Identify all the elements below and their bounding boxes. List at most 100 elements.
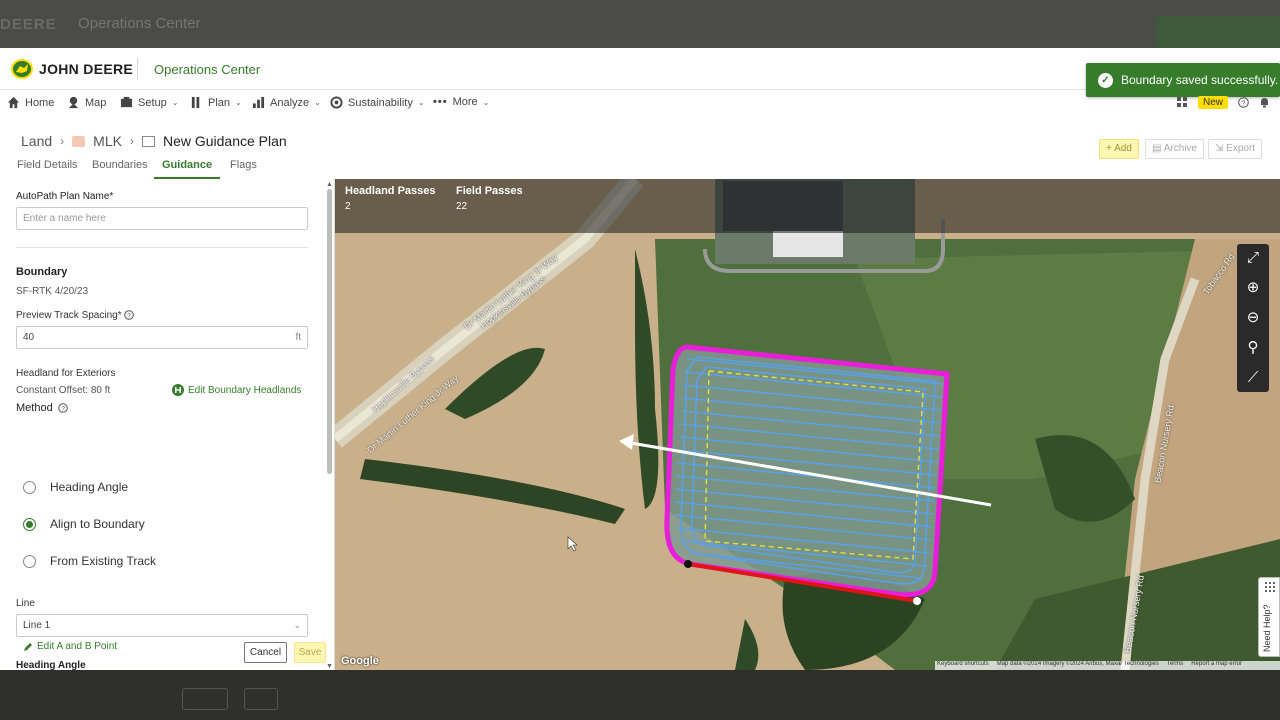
nav-label-more: More (452, 96, 478, 108)
export-button[interactable]: ⇲ Export (1208, 139, 1263, 159)
line-select-value: Line 1 (23, 620, 51, 631)
plan-name-label: AutoPath Plan Name* (16, 191, 114, 202)
chevron-right-icon: › (129, 134, 134, 148)
terms-link[interactable]: Terms (1167, 661, 1183, 670)
plan-name-input[interactable]: Enter a name here (16, 207, 308, 230)
keyboard-shortcuts-link[interactable]: Keyboard shortcuts (937, 661, 989, 670)
new-badge[interactable]: New (1197, 96, 1228, 109)
cancel-button[interactable]: Cancel (244, 642, 287, 663)
method-label: Method (16, 402, 53, 414)
headland-edit-icon (172, 384, 184, 396)
spacing-label: Preview Track Spacing* (16, 310, 122, 321)
scroll-down-arrow-icon[interactable]: ▼ (326, 663, 333, 670)
track-spacing-input[interactable]: 40 ft (16, 326, 308, 349)
john-deere-logo-icon[interactable] (11, 59, 33, 79)
breadcrumb-land[interactable]: Land (21, 133, 52, 149)
dial-pad-icon (1265, 582, 1275, 592)
archive-label: Archive (1163, 143, 1198, 154)
svg-text:?: ? (61, 406, 65, 413)
headland-passes-label: Headland Passes (345, 185, 436, 197)
line-select[interactable]: Line 1 ⌄ (16, 614, 308, 637)
ghost-brand: DEERE (0, 16, 57, 33)
nav-item-sustainability[interactable]: Sustainability ⌄ (330, 96, 425, 109)
export-label: Export (1226, 143, 1256, 154)
section-divider (16, 247, 308, 248)
method-heading-angle-radio[interactable]: Heading Angle (23, 480, 128, 494)
nav-item-plan[interactable]: Plan ⌄ (190, 96, 242, 109)
map-controls: ⤢ ⊕ ⊖ ⚲ ⟋ (1237, 244, 1269, 392)
background-frame-top: DEERE Operations Center (0, 0, 1280, 48)
background-frame-bottom (0, 670, 1280, 720)
heading-angle-label: Heading Angle (16, 660, 86, 670)
need-help-label: Need Help? (1262, 604, 1272, 652)
breadcrumb-field[interactable]: MLK (93, 133, 122, 149)
breadcrumb: Land › MLK › New Guidance Plan (21, 133, 287, 149)
setup-icon (120, 96, 133, 108)
field-color-icon (72, 135, 86, 147)
method-help-icon[interactable]: ? (58, 403, 68, 413)
chevron-right-icon: › (60, 134, 65, 148)
nav-label-setup: Setup (138, 96, 167, 109)
zoom-in-icon[interactable]: ⊕ (1243, 278, 1263, 298)
nav-item-home[interactable]: Home (7, 96, 54, 109)
plan-stats-overlay: Headland Passes 2 Field Passes 22 (335, 179, 1280, 233)
method-align-boundary-label: Align to Boundary (50, 517, 145, 531)
method-existing-track-radio[interactable]: From Existing Track (23, 554, 156, 568)
nav-label-map: Map (85, 96, 107, 109)
nav-right-tools: New ? (1176, 96, 1270, 109)
save-button[interactable]: Save (294, 642, 326, 663)
locate-user-icon[interactable]: ⚲ (1243, 338, 1263, 358)
field-passes-label: Field Passes (456, 185, 523, 197)
tab-guidance[interactable]: Guidance (154, 159, 221, 179)
nav-item-analyze[interactable]: Analyze ⌄ (252, 96, 321, 109)
tab-flags[interactable]: Flags (222, 159, 265, 179)
method-heading-angle-label: Heading Angle (50, 480, 129, 494)
headland-value: Constant Offset: 80 ft (16, 385, 111, 396)
scroll-up-arrow-icon[interactable]: ▲ (326, 181, 333, 188)
app-title[interactable]: Operations Center (154, 62, 260, 77)
edit-ab-point-link[interactable]: Edit A and B Point (23, 641, 117, 652)
report-map-error-link[interactable]: Report a map error (1191, 661, 1242, 670)
fullscreen-icon[interactable]: ⤢ (1243, 248, 1263, 268)
guidance-form-panel: AutoPath Plan Name* Enter a name here Bo… (0, 179, 335, 670)
help-circle-icon[interactable]: ? (1238, 97, 1249, 108)
field-passes-stat: Field Passes 22 (456, 185, 523, 212)
ghost-save-button (244, 688, 278, 710)
line-label: Line (16, 598, 35, 609)
nav-item-map[interactable]: Map (67, 96, 106, 109)
zoom-out-icon[interactable]: ⊖ (1243, 308, 1263, 328)
main-nav: Home Map Setup ⌄ Plan ⌄ Analyze ⌄ Sustai… (0, 90, 1280, 118)
measure-ruler-icon[interactable]: ⟋ (1243, 368, 1263, 388)
headland-label: Headland for Exteriors (16, 368, 116, 379)
radio-dot (23, 554, 36, 568)
chevron-down-icon: ⌄ (314, 98, 321, 107)
archive-button[interactable]: ▤ Archive (1145, 139, 1205, 159)
tab-boundaries[interactable]: Boundaries (84, 159, 156, 179)
need-help-tab[interactable]: Need Help? (1258, 577, 1280, 657)
apps-grid-icon[interactable] (1176, 97, 1188, 108)
chevron-down-icon: ⌄ (293, 620, 301, 630)
headland-passes-stat: Headland Passes 2 (345, 185, 436, 212)
satellite-map[interactable]: Hopkinsville Bypass Dr Martin Luther Kin… (335, 179, 1280, 670)
point-a-marker[interactable] (684, 560, 692, 568)
bar-chart-icon (252, 96, 265, 109)
bell-icon[interactable] (1259, 97, 1270, 108)
info-help-icon[interactable]: ? (124, 310, 134, 320)
radio-dot-selected (23, 517, 36, 531)
method-align-boundary-radio[interactable]: Align to Boundary (23, 517, 145, 531)
sustainability-icon (330, 96, 343, 109)
map-attribution: Keyboard shortcuts Map data ©2024 Imager… (935, 661, 1280, 670)
nav-item-setup[interactable]: Setup ⌄ (120, 96, 178, 109)
edit-boundary-headlands-link[interactable]: Edit Boundary Headlands (172, 384, 301, 396)
form-scrollbar[interactable] (327, 189, 332, 474)
header-divider (137, 58, 138, 80)
edit-ab-point-label: Edit A and B Point (37, 641, 118, 652)
map-pin-icon (68, 96, 79, 109)
chevron-down-icon: ⌄ (171, 98, 179, 107)
point-b-marker[interactable] (913, 597, 921, 605)
boundary-heading: Boundary (16, 266, 68, 278)
nav-item-more[interactable]: ••• More ⌄ (433, 96, 489, 108)
add-button[interactable]: + Add (1099, 139, 1139, 159)
tab-field-details[interactable]: Field Details (9, 159, 86, 179)
nav-label-analyze: Analyze (270, 96, 310, 109)
